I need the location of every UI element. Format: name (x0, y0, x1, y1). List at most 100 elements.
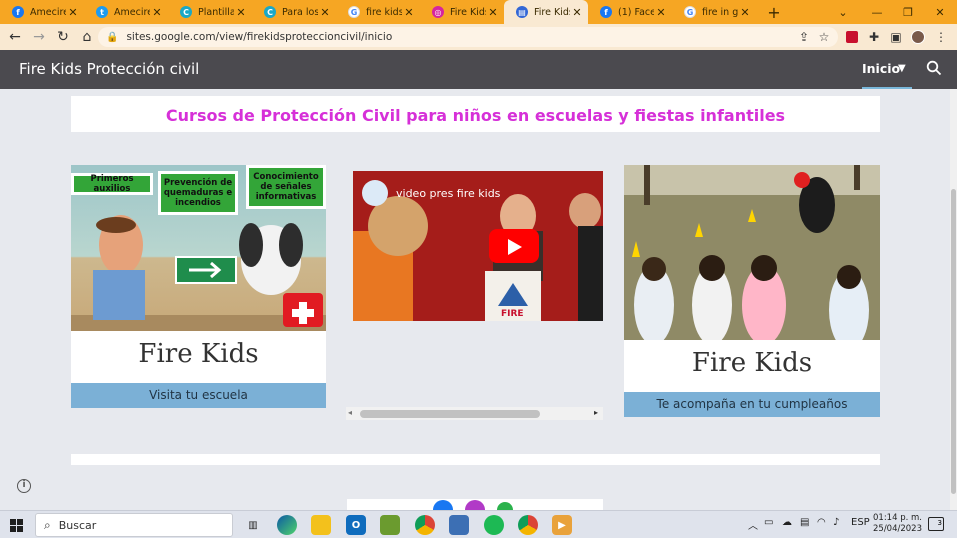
volume-icon[interactable]: ♪ (833, 517, 839, 528)
wifi-icon[interactable]: ◠ (817, 517, 826, 528)
tab-search-icon[interactable]: ⌄ (828, 0, 858, 24)
notifications-icon[interactable]: 3 (928, 517, 944, 531)
browser-tab[interactable]: C Plantillas✕ (168, 0, 252, 24)
task-view-icon[interactable]: ▥ (243, 515, 263, 535)
media-app-icon[interactable]: ▶ (552, 515, 572, 535)
card-title: Fire Kids (138, 339, 259, 369)
site-header: Fire Kids Protección civil Inicio ▼ (0, 50, 957, 90)
stack-app-icon[interactable] (380, 515, 400, 535)
tab-title: fire in gen (702, 6, 738, 18)
browser-tab[interactable]: f (1) Facebo✕ (588, 0, 672, 24)
tab-title: Fire Kids P (534, 6, 570, 18)
back-icon[interactable]: ← (3, 25, 27, 49)
card-title: Fire Kids (691, 348, 813, 378)
vertical-scrollbar[interactable] (950, 89, 957, 510)
close-tab-icon[interactable]: ✕ (738, 6, 752, 19)
browser-tab[interactable]: ▤ Fire Kids P✕ (504, 0, 588, 24)
file-explorer-icon[interactable] (311, 515, 331, 535)
close-tab-icon[interactable]: ✕ (234, 6, 248, 19)
browser-tab[interactable]: Gfire in gen✕ (672, 0, 756, 24)
cloud-icon[interactable]: ☁ (782, 517, 792, 528)
clock-date: 25/04/2023 (873, 524, 922, 534)
close-tab-icon[interactable]: ✕ (150, 6, 164, 19)
banner-heading: Cursos de Protección Civil para niños en… (165, 106, 786, 125)
scroll-thumb[interactable] (951, 189, 956, 494)
scroll-thumb[interactable] (360, 410, 540, 418)
birthday-button[interactable]: Te acompaña en tu cumpleaños (624, 392, 880, 417)
close-tab-icon[interactable]: ✕ (570, 6, 584, 19)
network-icon[interactable]: ▤ (800, 517, 809, 528)
label-first-aid: Primeros auxilios (71, 173, 153, 195)
scroll-left-icon[interactable]: ◂ (348, 408, 352, 417)
share-icon[interactable]: ⇪ (793, 24, 815, 50)
info-icon[interactable]: i (17, 479, 31, 493)
taskbar: ⌕ Buscar ▥ O ▶ ︿ ▭ ☁ ▤ ◠ ♪ ESP 01:14 p. … (0, 510, 957, 538)
page-content: Cursos de Protección Civil para niños en… (0, 89, 950, 510)
home-icon[interactable]: ⌂ (75, 25, 99, 49)
close-tab-icon[interactable]: ✕ (66, 6, 80, 19)
close-tab-icon[interactable]: ✕ (318, 6, 332, 19)
search-icon[interactable] (926, 60, 942, 76)
site-title[interactable]: Fire Kids Protección civil (19, 60, 199, 78)
windows-start-icon[interactable] (10, 519, 23, 532)
monitor-app-icon[interactable] (449, 515, 469, 535)
close-tab-icon[interactable]: ✕ (486, 6, 500, 19)
close-window-icon[interactable]: ✕ (925, 0, 955, 24)
browser-tab[interactable]: ◎ Fire Kids (✕ (420, 0, 504, 24)
card-school: Fire Kids (71, 331, 326, 383)
canva-icon: C (180, 6, 192, 18)
birthday-party-image (624, 165, 880, 340)
new-tab-button[interactable]: + (762, 3, 786, 22)
forward-icon[interactable]: → (27, 25, 51, 49)
twitter-icon: t (96, 6, 108, 18)
nav-item-inicio[interactable]: Inicio (862, 61, 913, 90)
facebook-icon[interactable] (433, 500, 453, 510)
extension-icon[interactable] (841, 24, 863, 50)
menu-icon[interactable]: ⋮ (930, 24, 952, 50)
card-birthday: Fire Kids (624, 340, 880, 392)
instagram-icon[interactable] (465, 500, 485, 510)
whatsapp-icon[interactable] (497, 502, 513, 510)
chrome-icon[interactable] (415, 515, 435, 535)
address-bar[interactable]: 🔒 sites.google.com/view/firekidsprotecci… (98, 27, 838, 47)
tab-strip: fAmecire, A✕tAmecire, A✕CPlantillas✕CPar… (0, 0, 957, 24)
browser-tab[interactable]: C Para los m✕ (252, 0, 336, 24)
profile-avatar[interactable] (907, 24, 929, 50)
social-icons-bar (347, 499, 603, 510)
spotify-icon[interactable] (484, 515, 504, 535)
tab-title: Amecire, A (30, 6, 66, 18)
chevron-down-icon[interactable]: ▼ (898, 63, 906, 74)
browser-tab[interactable]: t Amecire, A✕ (84, 0, 168, 24)
close-tab-icon[interactable]: ✕ (402, 6, 416, 19)
youtube-video[interactable]: video pres fire kids FIRE (353, 171, 603, 321)
play-button[interactable] (489, 229, 539, 263)
restore-icon[interactable]: ❐ (893, 0, 923, 24)
browser-tab[interactable]: Gfire kids p✕ (336, 0, 420, 24)
side-panel-icon[interactable]: ▣ (885, 24, 907, 50)
scroll-right-icon[interactable]: ▸ (594, 408, 598, 417)
reload-icon[interactable]: ↻ (51, 25, 75, 49)
clock[interactable]: 01:14 p. m. 25/04/2023 (873, 513, 922, 535)
instagram-icon: ◎ (432, 6, 444, 18)
canva-icon: C (264, 6, 276, 18)
outlook-icon[interactable]: O (346, 515, 366, 535)
close-tab-icon[interactable]: ✕ (654, 6, 668, 19)
minimize-icon[interactable]: — (862, 0, 892, 24)
battery-icon[interactable]: ▭ (764, 517, 773, 528)
bookmark-star-icon[interactable]: ☆ (813, 24, 835, 50)
tab-title: Fire Kids ( (450, 6, 486, 18)
language-indicator[interactable]: ESP (851, 517, 870, 528)
chrome-profile-icon[interactable] (518, 515, 538, 535)
video-title[interactable]: video pres fire kids (396, 187, 500, 200)
extensions-puzzle-icon[interactable]: ✚ (863, 24, 885, 50)
browser-tab[interactable]: f Amecire, A✕ (0, 0, 84, 24)
taskbar-search[interactable]: ⌕ Buscar (35, 513, 233, 537)
tab-title: Para los m (282, 6, 318, 18)
lock-icon[interactable]: 🔒 (106, 32, 118, 43)
tray-chevron-icon[interactable]: ︿ (748, 517, 758, 532)
school-course-image: Primeros auxilios Prevención de quemadur… (71, 165, 326, 331)
edge-icon[interactable] (277, 515, 297, 535)
horizontal-scrollbar[interactable]: ◂ ▸ (346, 407, 603, 420)
channel-avatar[interactable] (362, 180, 388, 206)
visit-school-button[interactable]: Visita tu escuela (71, 383, 326, 408)
